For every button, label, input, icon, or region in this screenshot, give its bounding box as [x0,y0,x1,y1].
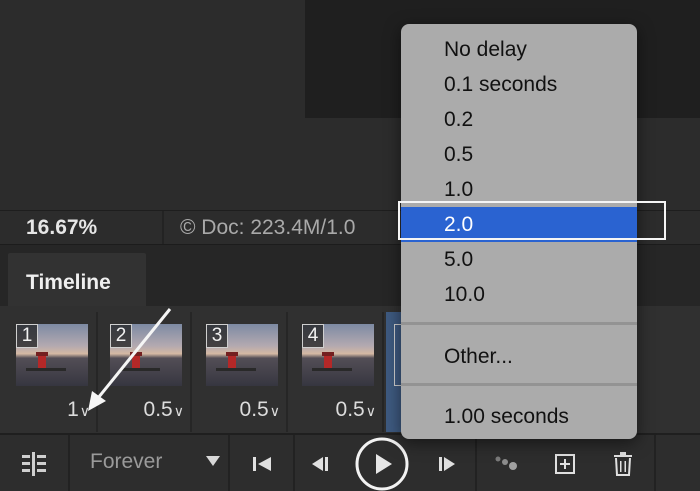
frame-delay-value: 0.5 [335,398,365,421]
tween-button[interactable] [477,435,537,491]
selection-highlight-box [398,201,666,240]
menu-item-10-0[interactable]: 10.0 [401,277,637,312]
frame-delay-value: 1 [67,398,79,421]
pier [216,368,256,371]
frame-number: 1 [16,324,38,348]
panel-menu-button[interactable] [0,435,70,491]
status-divider [162,211,164,245]
menu-item-5-0[interactable]: 5.0 [401,242,637,277]
frame-number: 4 [302,324,324,348]
document-info[interactable]: © Doc: 223.4M/1.0 [180,216,355,240]
delete-frame-button[interactable] [592,435,656,491]
loop-options-value: Forever [90,450,163,473]
tab-timeline-label: Timeline [26,271,111,294]
panel-menu-icon [22,451,46,476]
frame-delay-dropdown[interactable]: 0.5∨ [240,398,280,422]
chevron-down-icon: ∨ [269,403,280,419]
play-icon [355,437,409,490]
menu-item-0-5[interactable]: 0.5 [401,137,637,172]
menu-item-current-delay[interactable]: 1.00 seconds [401,399,637,434]
previous-frame-button[interactable] [295,435,347,491]
next-frame-button[interactable] [417,435,477,491]
first-frame-button[interactable] [230,435,295,491]
play-button[interactable] [347,435,417,491]
new-frame-button[interactable] [537,435,592,491]
menu-item-0-2[interactable]: 0.2 [401,102,637,137]
menu-separator [401,322,637,325]
menu-separator [401,383,637,386]
tween-icon [495,456,517,470]
pier [312,368,352,371]
tab-timeline[interactable]: Timeline [8,253,146,306]
chevron-down-icon: ∨ [365,403,376,419]
frame-3[interactable]: 3 0.5∨ [196,312,288,432]
trash-icon [614,451,632,476]
next-frame-icon [439,456,455,471]
first-frame-icon [252,456,271,471]
frame-delay-value: 0.5 [239,398,269,421]
timeline-controls: Forever [0,433,700,491]
menu-item-no-delay[interactable]: No delay [401,32,637,67]
frame-delay-dropdown[interactable]: 0.5∨ [336,398,376,422]
zoom-level[interactable]: 16.67% [26,216,97,240]
frame-number: 3 [206,324,228,348]
frame-4[interactable]: 4 0.5∨ [292,312,384,432]
menu-item-0-1-seconds[interactable]: 0.1 seconds [401,67,637,102]
pier [26,368,66,371]
previous-frame-icon [312,456,328,471]
new-frame-icon [554,453,575,474]
loop-options-select[interactable]: Forever [70,435,230,491]
annotation-arrow [88,308,172,411]
menu-item-other[interactable]: Other... [401,339,637,374]
caret-down-icon [206,456,220,466]
